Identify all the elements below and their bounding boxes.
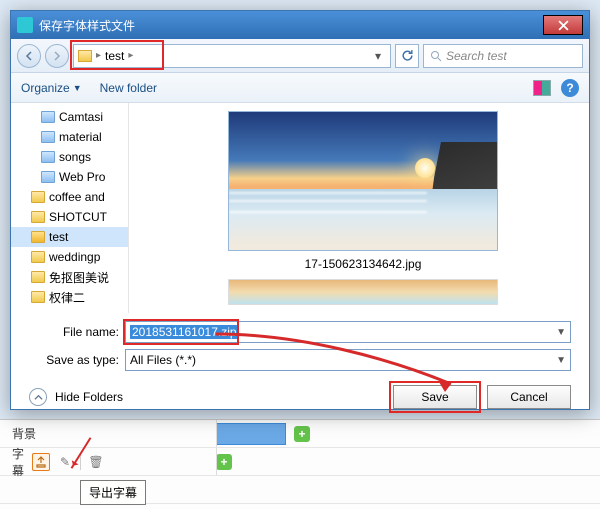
export-subtitle-icon[interactable] [32,453,50,471]
filename-input[interactable]: 2018531161017.zip ▼ [125,321,571,343]
tree-item[interactable]: weddingp [11,247,128,267]
tree-item-label: material [59,130,102,144]
add-subtitle-button[interactable]: + [216,454,232,470]
chevron-down-icon[interactable]: ▼ [556,327,566,338]
file-caption: 17-150623134642.jpg [305,257,422,271]
tree-item[interactable]: 权律二 [11,287,128,307]
hide-folders-label[interactable]: Hide Folders [55,390,123,404]
search-icon [430,50,442,62]
savetype-select[interactable]: All Files (*.*) ▼ [125,349,571,371]
savetype-label: Save as type: [29,353,119,367]
folder-icon [31,211,45,223]
refresh-button[interactable] [395,44,419,68]
tooltip: 导出字幕 [80,480,146,505]
folder-icon [41,131,55,143]
tree-item-label: 免抠图美说 [49,269,109,286]
chevron-right-icon[interactable]: ▸ [96,50,101,61]
nav-bar: ▸ test ▸ ▾ Search test [11,39,589,73]
folder-icon [41,151,55,163]
tree-item-label: SHOTCUT [49,210,107,224]
tree-item-label: test [49,230,68,244]
tree-item[interactable]: Camtasi [11,107,128,127]
file-thumbnail[interactable] [228,279,498,305]
organize-button[interactable]: Organize ▼ [21,81,82,95]
track-label-subtitle: 字幕 ✎ 🗑 [0,445,56,479]
tree-item[interactable]: 免抠图美说 [11,267,128,287]
hide-folders-toggle[interactable] [29,388,47,406]
file-list[interactable]: 17-150623134642.jpg [129,103,589,313]
chevron-down-icon[interactable]: ▼ [556,355,566,366]
folder-icon [41,111,55,123]
tree-item[interactable]: test [11,227,128,247]
file-thumbnail[interactable] [228,111,498,251]
tree-item-label: weddingp [49,250,100,264]
folder-icon [31,291,45,303]
timeline-clip[interactable] [216,423,286,445]
tree-item[interactable]: coffee and [11,187,128,207]
window-title: 保存字体样式文件 [39,17,541,34]
folder-icon [31,231,45,243]
cancel-button[interactable]: Cancel [487,385,571,409]
tree-item-label: 权律二 [49,289,85,306]
track-cells[interactable]: + [56,420,600,447]
toolbar: Organize ▼ New folder ? [11,73,589,103]
tree-item-label: songs [59,150,91,164]
view-options-button[interactable] [533,80,551,96]
save-fields: File name: 2018531161017.zip ▼ Save as t… [11,313,589,383]
track-label-bg: 背景 [0,425,56,442]
forward-button[interactable] [45,44,69,68]
chevron-right-icon[interactable]: ▸ [128,50,133,61]
tree-item[interactable]: SHOTCUT [11,207,128,227]
chevron-down-icon[interactable]: ▾ [370,49,386,63]
tree-item-label: Camtasi [59,110,103,124]
save-file-dialog: 保存字体样式文件 ▸ test ▸ ▾ Search test Organize… [10,10,590,410]
help-button[interactable]: ? [561,79,579,97]
add-clip-button[interactable]: + [294,426,310,442]
new-folder-button[interactable]: New folder [100,81,157,95]
folder-icon [31,271,45,283]
search-input[interactable]: Search test [423,44,583,68]
timeline-tracks: 背景 + 字幕 ✎ 🗑 + 导出字幕 [0,419,600,509]
folder-icon [41,171,55,183]
back-button[interactable] [17,44,41,68]
app-icon [17,17,33,33]
close-button[interactable] [543,15,583,35]
tree-item-label: coffee and [49,190,105,204]
breadcrumb[interactable]: ▸ test ▸ ▾ [73,44,391,68]
folder-icon [31,191,45,203]
tree-item[interactable]: material [11,127,128,147]
save-button[interactable]: Save [393,385,477,409]
dialog-bottom: Hide Folders Save Cancel [11,383,589,409]
titlebar[interactable]: 保存字体样式文件 [11,11,589,39]
folder-tree[interactable]: Camtasi material songs Web Pro coffee and SHO… [11,103,129,313]
folder-icon [31,251,45,263]
track-cells[interactable]: + [56,448,600,475]
breadcrumb-item[interactable]: test [105,49,124,63]
tree-item[interactable]: songs [11,147,128,167]
tree-item[interactable]: Web Pro [11,167,128,187]
filename-label: File name: [29,325,119,339]
tree-item-label: Web Pro [59,170,105,184]
folder-icon [78,50,92,62]
